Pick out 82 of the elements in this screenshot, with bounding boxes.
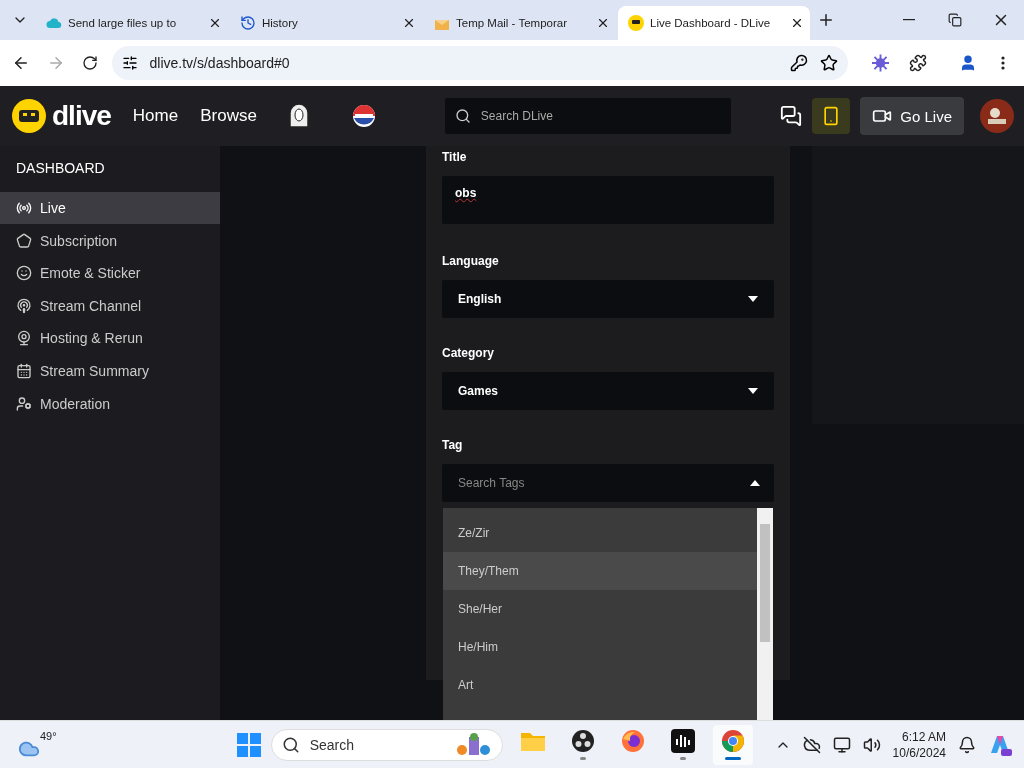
tag-option[interactable]: She/Her — [443, 590, 757, 628]
category-select[interactable]: Games — [442, 372, 774, 410]
browser-tab[interactable]: Temp Mail - Temporar — [424, 6, 616, 40]
chat-icon[interactable] — [780, 105, 803, 127]
mobile-button[interactable] — [812, 98, 851, 134]
browser-tab[interactable]: History — [230, 6, 422, 40]
search-icon — [454, 108, 471, 124]
volume-icon[interactable] — [862, 735, 881, 754]
puzzle-icon — [908, 54, 927, 72]
sidebar-item-icon — [16, 232, 32, 249]
logo-text[interactable]: dlive — [52, 100, 111, 132]
cloud-icon — [46, 15, 62, 31]
browser-tab[interactable]: Live Dashboard - DLive — [618, 6, 810, 40]
menu-icon — [1000, 56, 1005, 70]
dlive-icon — [628, 15, 644, 31]
tag-option[interactable]: Ze/Zir — [443, 514, 757, 552]
sidebar-item-icon — [16, 200, 32, 216]
search-highlight-icon — [455, 732, 492, 757]
sidebar-item-icon — [16, 362, 32, 379]
tag-option[interactable]: They/Them — [443, 552, 757, 590]
caret-icon — [750, 480, 760, 486]
site-settings-icon[interactable] — [121, 55, 138, 71]
caret-icon — [748, 296, 758, 302]
sidebar-item[interactable]: Stream Summary — [0, 354, 220, 387]
close-icon[interactable] — [790, 16, 804, 30]
address-bar[interactable]: dlive.tv/s/dashboard#0 — [111, 46, 848, 80]
vote-badge-icon[interactable] — [352, 105, 375, 127]
taskbar-search[interactable]: Search — [270, 728, 503, 761]
sidebar-title: DASHBOARD — [15, 160, 106, 178]
scrollbar-thumb[interactable] — [760, 524, 770, 642]
restore-icon — [948, 13, 962, 27]
bookmark-icon[interactable] — [819, 54, 838, 72]
extension-icon[interactable] — [871, 54, 889, 72]
field-label: Tag — [442, 438, 464, 452]
cloud-off-icon[interactable] — [802, 735, 821, 754]
caret-icon — [748, 388, 758, 394]
firefox-icon — [620, 729, 645, 753]
close-icon[interactable] — [596, 16, 610, 30]
close-icon[interactable] — [208, 16, 222, 30]
obs-icon — [570, 729, 595, 753]
browser-tab[interactable]: Send large files up to — [36, 6, 228, 40]
go-live-button[interactable]: Go Live — [860, 97, 964, 135]
field-label: Language — [442, 254, 500, 268]
reload-icon — [82, 55, 99, 71]
search-icon — [281, 735, 300, 754]
chrome-icon — [720, 729, 745, 753]
avatar[interactable] — [980, 99, 1014, 133]
tag-option[interactable]: He/Him — [443, 628, 757, 666]
network-icon[interactable] — [832, 735, 851, 754]
title-field[interactable]: obs — [442, 176, 774, 224]
nav-link[interactable]: Browse — [200, 106, 257, 126]
sidebar-item-icon — [16, 395, 32, 412]
sidebar-item-icon — [16, 297, 32, 314]
figure-badge-icon[interactable] — [288, 104, 309, 128]
search-field[interactable]: Search DLive — [444, 98, 731, 134]
temperature[interactable]: 49° — [40, 729, 57, 742]
sidebar-item[interactable]: Emote & Sticker — [0, 257, 220, 290]
logo-icon[interactable] — [12, 99, 46, 133]
close-icon[interactable] — [402, 16, 416, 30]
history-icon — [240, 15, 256, 31]
sidebar-item[interactable]: Subscription — [0, 224, 220, 257]
sidebar-item[interactable]: Hosting & Rerun — [0, 322, 220, 355]
bell-icon[interactable] — [958, 735, 976, 754]
sidebar-item-icon — [16, 265, 32, 282]
sidebar-item[interactable]: Moderation — [0, 387, 220, 420]
audio-app-icon — [670, 729, 695, 753]
tag-option[interactable]: Art — [443, 666, 757, 704]
sidebar-item[interactable]: Live — [0, 192, 220, 224]
key-icon[interactable] — [789, 54, 808, 72]
nav-link[interactable]: Home — [132, 106, 179, 126]
clock[interactable]: 6:12 AM 10/6/2024 — [892, 728, 946, 761]
sidebar-item[interactable]: Stream Channel — [0, 289, 220, 322]
language-select[interactable]: English — [442, 280, 774, 318]
start-icon[interactable] — [236, 732, 261, 757]
tag-search-field[interactable]: Search Tags — [442, 464, 774, 502]
scrollbar[interactable] — [757, 508, 773, 720]
field-label: Category — [442, 346, 495, 360]
field-label: Title — [442, 150, 468, 164]
folder-icon — [519, 730, 546, 752]
plus-icon — [817, 11, 835, 29]
sidebar-item-icon — [16, 330, 32, 347]
minimize-icon — [903, 19, 915, 21]
